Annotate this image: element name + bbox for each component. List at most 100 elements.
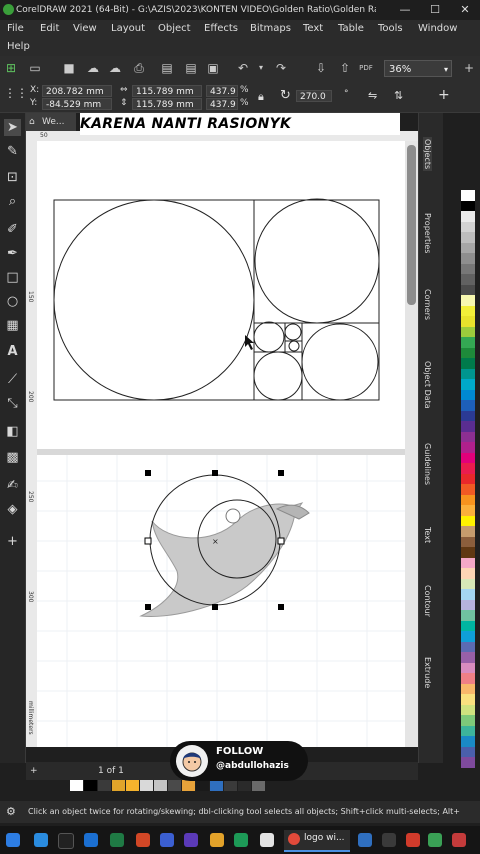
x-position-field[interactable]: 208.782 mm [42,85,112,97]
document-color-swatch[interactable] [126,780,139,791]
palette-swatch[interactable] [461,211,475,222]
palette-swatch[interactable] [461,190,475,201]
palette-swatch[interactable] [461,421,475,432]
palette-swatch[interactable] [461,725,475,736]
palette-swatch[interactable] [461,578,475,589]
zoom-level-select[interactable]: 36% ▾ [384,60,452,77]
document-color-swatch[interactable] [238,780,251,791]
palette-swatch[interactable] [461,673,475,684]
print-icon[interactable]: ⎙ [132,61,146,75]
menu-file[interactable]: File [7,23,24,34]
palette-swatch[interactable] [461,610,475,621]
palette-swatch[interactable] [461,715,475,726]
app-icon-green[interactable] [234,833,248,847]
minimize-button[interactable]: — [390,0,420,20]
palette-swatch[interactable] [461,694,475,705]
palette-swatch[interactable] [461,589,475,600]
palette-swatch[interactable] [461,295,475,306]
palette-swatch[interactable] [461,662,475,673]
menu-edit[interactable]: Edit [40,23,59,34]
palette-swatch[interactable] [461,599,475,610]
new-document-icon[interactable]: ⊞ [4,61,18,75]
artistic-media-icon[interactable]: ✒ [4,245,21,262]
document-color-swatch[interactable] [98,780,111,791]
lock-ratio-icon[interactable]: 🔒︎ [258,90,264,104]
palette-swatch[interactable] [461,683,475,694]
color-palette[interactable] [461,190,475,770]
menu-help[interactable]: Help [7,41,30,52]
cloud-upload-icon[interactable]: ☁ [108,61,122,75]
palette-swatch[interactable] [461,326,475,337]
coreldraw-taskbar-icon[interactable] [428,833,442,847]
palette-swatch[interactable] [461,704,475,715]
palette-swatch[interactable] [461,316,475,327]
width-scale-field[interactable]: 437.9 [206,85,238,97]
palette-swatch[interactable] [461,253,475,264]
ellipse-tool-icon[interactable]: ○ [4,293,21,310]
palette-swatch[interactable] [461,284,475,295]
document-color-swatch[interactable] [140,780,153,791]
docker-tab-object-data[interactable]: Object Data [423,361,432,409]
follow-badge[interactable]: FOLLOW @abdullohazis [170,741,308,781]
document-color-swatch[interactable] [154,780,167,791]
palette-swatch[interactable] [461,442,475,453]
palette-swatch[interactable] [461,379,475,390]
document-color-swatch[interactable] [168,780,181,791]
palette-swatch[interactable] [461,410,475,421]
undo-icon[interactable]: ↶ [236,61,250,75]
app-icon-blue[interactable] [358,833,372,847]
menu-table[interactable]: Table [338,23,364,34]
edge-icon[interactable] [84,833,98,847]
excel-icon[interactable] [110,833,124,847]
mirror-vertical-icon[interactable]: ⇅ [394,89,403,102]
save-icon[interactable]: ■ [62,61,76,75]
y-position-field[interactable]: -84.529 mm [42,98,112,110]
palette-swatch[interactable] [461,557,475,568]
crop-tool-icon[interactable]: ⊡ [4,169,21,186]
vertical-scrollbar[interactable] [405,141,418,747]
palette-swatch[interactable] [461,536,475,547]
palette-swatch[interactable] [461,389,475,400]
connector-tool-icon[interactable]: ⤡ [4,395,21,412]
document-color-swatch[interactable] [210,780,223,791]
palette-swatch[interactable] [461,431,475,442]
menu-bitmaps[interactable]: Bitmaps [250,23,291,34]
menu-view[interactable]: View [73,23,97,34]
palette-swatch[interactable] [461,221,475,232]
palette-swatch[interactable] [461,368,475,379]
menu-window[interactable]: Window [418,23,457,34]
shape-tool-icon[interactable]: ✎ [4,143,21,160]
add-property-icon[interactable]: + [438,87,450,103]
cut-icon[interactable]: ▤ [160,61,174,75]
palette-swatch[interactable] [461,400,475,411]
app-icon-dark[interactable] [382,833,396,847]
add-toolbar-icon[interactable]: + [462,61,476,75]
palette-swatch[interactable] [461,652,475,663]
palette-swatch[interactable] [461,347,475,358]
palette-swatch[interactable] [461,242,475,253]
palette-swatch[interactable] [461,515,475,526]
palette-swatch[interactable] [461,620,475,631]
docker-tab-contour[interactable]: Contour [423,585,432,617]
freehand-tool-icon[interactable]: ✐ [4,221,21,238]
vertical-scroll-thumb[interactable] [407,145,416,305]
add-tool-icon[interactable]: + [4,533,21,550]
redo-icon[interactable]: ↷ [274,61,288,75]
fill-tool-icon[interactable]: ◈ [4,501,21,518]
undo-dropdown-icon[interactable]: ▾ [254,61,268,75]
palette-swatch[interactable] [461,473,475,484]
palette-swatch[interactable] [461,568,475,579]
height-field[interactable]: 115.789 mm [132,98,202,110]
palette-swatch[interactable] [461,484,475,495]
document-color-swatch[interactable] [112,780,125,791]
rotation-field[interactable]: 270.0 [296,90,332,102]
height-scale-field[interactable]: 437.9 [206,98,238,110]
app-icon-purple[interactable] [184,833,198,847]
graph-paper-tool-icon[interactable]: ▦ [4,317,21,334]
export-icon[interactable]: ⇧ [338,61,352,75]
paste-icon[interactable]: ▣ [206,61,220,75]
docker-tab-objects[interactable]: Objects [423,137,432,172]
palette-swatch[interactable] [461,232,475,243]
copy-icon[interactable]: ▤ [184,61,198,75]
word-icon[interactable] [160,833,174,847]
